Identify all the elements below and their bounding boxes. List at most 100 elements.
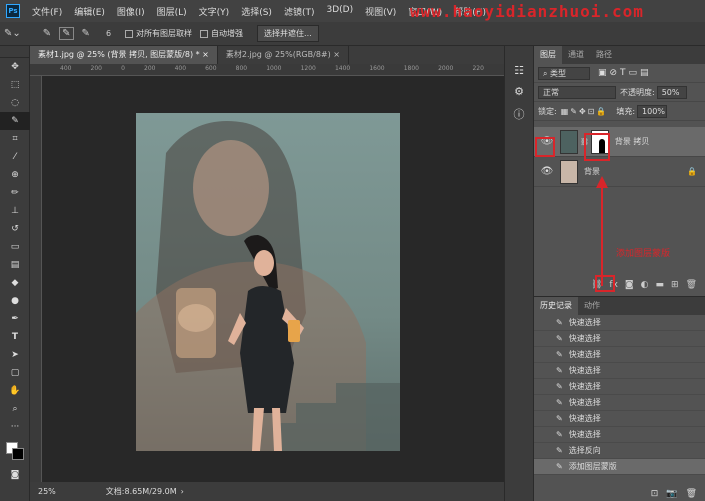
more-tools-icon[interactable]: ··· bbox=[0, 418, 30, 436]
history-brush-icon[interactable]: ↺ bbox=[0, 220, 30, 238]
new-layer-icon[interactable]: ⊞ bbox=[671, 280, 679, 290]
menu-item[interactable]: 编辑(E) bbox=[68, 5, 111, 18]
document-image[interactable] bbox=[136, 113, 400, 451]
lock-icons[interactable]: ▦✎✥⊡🔒 bbox=[561, 107, 609, 116]
opacity-label: 不透明度: bbox=[620, 87, 655, 97]
menu-item[interactable]: 图像(I) bbox=[111, 5, 151, 18]
tab-document-2[interactable]: 素材2.jpg @ 25%(RGB/8#) × bbox=[218, 46, 349, 64]
gradient-tool-icon[interactable]: ▤ bbox=[0, 256, 30, 274]
history-item[interactable]: ✎ 快速选择 bbox=[534, 395, 705, 411]
history-item[interactable]: ✎ 快速选择 bbox=[534, 347, 705, 363]
history-item[interactable]: ✎ 快速选择 bbox=[534, 363, 705, 379]
history-item-label: 快速选择 bbox=[568, 318, 601, 327]
history-step-icon: ✎ bbox=[556, 334, 563, 343]
tab-channels[interactable]: 通道 bbox=[562, 46, 590, 64]
menu-item[interactable]: 滤镜(T) bbox=[278, 5, 321, 18]
history-item[interactable]: ✎ 快速选择 bbox=[534, 411, 705, 427]
adjustment-layer-icon[interactable]: ◐ bbox=[641, 280, 649, 290]
quick-select-tool-icon[interactable]: ✎⌄ bbox=[4, 28, 21, 39]
history-panel-icon[interactable]: ☷ bbox=[505, 64, 533, 77]
auto-enhance-checkbox[interactable] bbox=[200, 29, 209, 38]
trash-icon[interactable]: 🗑 bbox=[686, 280, 697, 290]
layer-row-background-copy[interactable]: 👁 ⛓ 背景 拷贝 bbox=[534, 127, 705, 157]
ruler-mark: 600 bbox=[205, 65, 217, 72]
sample-all-label: 对所有图层取样 bbox=[136, 29, 193, 38]
watermark-text: www.haoyidianzhuoi.com bbox=[410, 2, 644, 21]
fill-label: 填充: bbox=[616, 106, 636, 116]
new-group-icon[interactable]: ▬ bbox=[656, 280, 665, 290]
dodge-tool-icon[interactable]: ● bbox=[0, 292, 30, 310]
info-panel-icon[interactable]: ⓘ bbox=[505, 106, 533, 122]
tab-paths[interactable]: 路径 bbox=[590, 46, 618, 64]
eraser-tool-icon[interactable]: ▭ bbox=[0, 238, 30, 256]
opacity-field[interactable]: 50% bbox=[656, 85, 687, 99]
layer-thumbnail bbox=[560, 159, 578, 184]
layer-row-background[interactable]: 👁 背景 🔒 bbox=[534, 157, 705, 187]
menu-item[interactable]: 选择(S) bbox=[235, 5, 278, 18]
history-item[interactable]: ✎ 快速选择 bbox=[534, 427, 705, 443]
history-item-label: 快速选择 bbox=[568, 382, 601, 391]
add-selection-icon[interactable]: ✎ bbox=[59, 27, 74, 40]
history-item[interactable]: ✎ 选择反向 bbox=[534, 443, 705, 459]
menu-item[interactable]: 3D(D) bbox=[320, 5, 359, 18]
layer-kind-filter[interactable]: ⌕ 类型 bbox=[538, 66, 590, 80]
new-selection-icon[interactable]: ✎ bbox=[43, 28, 51, 39]
ruler-mark: 1400 bbox=[334, 65, 351, 72]
new-document-icon[interactable]: ⊡ bbox=[651, 489, 659, 499]
tab-document-1[interactable]: 素材1.jpg @ 25% (背景 拷贝, 图层蒙版/8) * × bbox=[30, 46, 218, 64]
select-and-mask-button[interactable]: 选择并遮住... bbox=[257, 25, 319, 42]
subtract-selection-icon[interactable]: ✎ bbox=[82, 28, 90, 39]
history-item[interactable]: ✎ 添加图层蒙版 bbox=[534, 459, 705, 475]
properties-panel-icon[interactable]: ⚙ bbox=[505, 85, 533, 98]
move-tool-icon[interactable]: ✥ bbox=[0, 58, 30, 76]
zoom-tool-icon[interactable]: ⌕ bbox=[0, 400, 30, 418]
ruler-mark: 0 bbox=[121, 65, 125, 72]
panel-icon-strip: ☷ ⚙ ⓘ bbox=[504, 46, 534, 501]
eye-icon[interactable]: 👁 bbox=[538, 163, 556, 181]
chevron-right-icon[interactable]: › bbox=[181, 487, 184, 496]
pen-tool-icon[interactable]: ✒ bbox=[0, 310, 30, 328]
lasso-tool-icon[interactable]: ◌ bbox=[0, 94, 30, 112]
menu-item[interactable]: 图层(L) bbox=[151, 5, 193, 18]
tab-layers[interactable]: 图层 bbox=[534, 46, 562, 64]
crop-tool-icon[interactable]: ⌗ bbox=[0, 130, 30, 148]
history-item[interactable]: ✎ 快速选择 bbox=[534, 331, 705, 347]
trash-icon[interactable]: 🗑 bbox=[686, 489, 697, 499]
eyedropper-tool-icon[interactable]: ⁄ bbox=[0, 148, 30, 166]
marquee-tool-icon[interactable]: ⬚ bbox=[0, 76, 30, 94]
ruler-mark: 400 bbox=[60, 65, 72, 72]
tab-history[interactable]: 历史记录 bbox=[534, 297, 578, 315]
camera-icon[interactable]: 📷 bbox=[666, 489, 677, 499]
menu-item[interactable]: 文件(F) bbox=[26, 5, 68, 18]
stamp-tool-icon[interactable]: ⊥ bbox=[0, 202, 30, 220]
quick-selection-tool-icon[interactable]: ✎ bbox=[0, 112, 30, 130]
color-swatches[interactable] bbox=[0, 436, 29, 466]
quick-mask-icon[interactable]: ◙ bbox=[0, 466, 30, 484]
brush-tool-icon[interactable]: ✏ bbox=[0, 184, 30, 202]
history-item[interactable]: ✎ 快速选择 bbox=[534, 379, 705, 395]
status-bar: 25% 文档:8.65M/29.0M › bbox=[30, 482, 504, 501]
healing-tool-icon[interactable]: ⊕ bbox=[0, 166, 30, 184]
path-select-tool-icon[interactable]: ➤ bbox=[0, 346, 30, 364]
tab-actions[interactable]: 动作 bbox=[578, 297, 606, 315]
menu-item[interactable]: 文字(Y) bbox=[193, 5, 236, 18]
blend-mode-select[interactable]: 正常 bbox=[538, 85, 616, 99]
history-item-label: 快速选择 bbox=[568, 350, 601, 359]
add-layer-mask-icon[interactable]: ◙ bbox=[625, 280, 634, 290]
annotation-arrow bbox=[596, 176, 608, 286]
history-item[interactable]: ✎ 快速选择 bbox=[534, 315, 705, 331]
brush-size[interactable]: 6 bbox=[106, 29, 111, 38]
blur-tool-icon[interactable]: ◆ bbox=[0, 274, 30, 292]
zoom-level[interactable]: 25% bbox=[38, 487, 56, 496]
type-tool-icon[interactable]: T bbox=[0, 328, 30, 346]
history-item-label: 快速选择 bbox=[568, 334, 601, 343]
filter-icons[interactable]: ▣⊘T▭▤ bbox=[598, 68, 652, 78]
history-step-icon: ✎ bbox=[556, 382, 563, 391]
sample-all-checkbox[interactable] bbox=[125, 29, 134, 38]
shape-tool-icon[interactable]: ▢ bbox=[0, 364, 30, 382]
history-item-label: 选择反向 bbox=[568, 446, 601, 455]
history-step-icon: ✎ bbox=[556, 414, 563, 423]
fill-field[interactable]: 100% bbox=[637, 104, 668, 118]
menu-item[interactable]: 视图(V) bbox=[359, 5, 402, 18]
hand-tool-icon[interactable]: ✋ bbox=[0, 382, 30, 400]
